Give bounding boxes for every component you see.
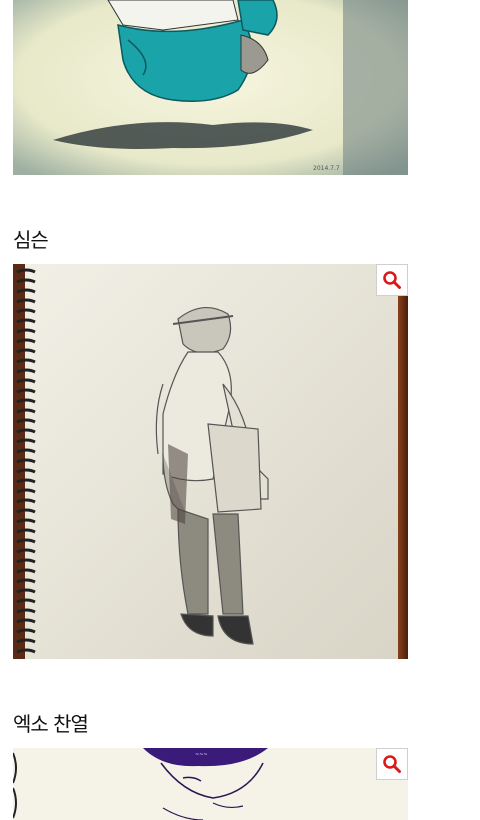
pencil-sketch-drawing: [13, 264, 408, 659]
post-title-exo-chanyeol: 엑소 찬열: [13, 712, 89, 736]
zoom-button[interactable]: [376, 748, 408, 780]
teal-figure-drawing: 2014.7.7: [13, 0, 408, 175]
post-image-1[interactable]: 2014.7.7: [13, 0, 408, 175]
post-image-exo-chanyeol[interactable]: ~~~: [13, 748, 408, 820]
post-image-simpson[interactable]: [13, 264, 408, 659]
zoom-button[interactable]: [376, 264, 408, 296]
post-title-simpson: 심슨: [13, 228, 49, 252]
purple-face-drawing: ~~~: [13, 748, 408, 820]
svg-text:~~~: ~~~: [195, 752, 208, 758]
search-icon: [383, 271, 401, 289]
search-icon: [383, 755, 401, 773]
svg-text:2014.7.7: 2014.7.7: [313, 165, 340, 172]
